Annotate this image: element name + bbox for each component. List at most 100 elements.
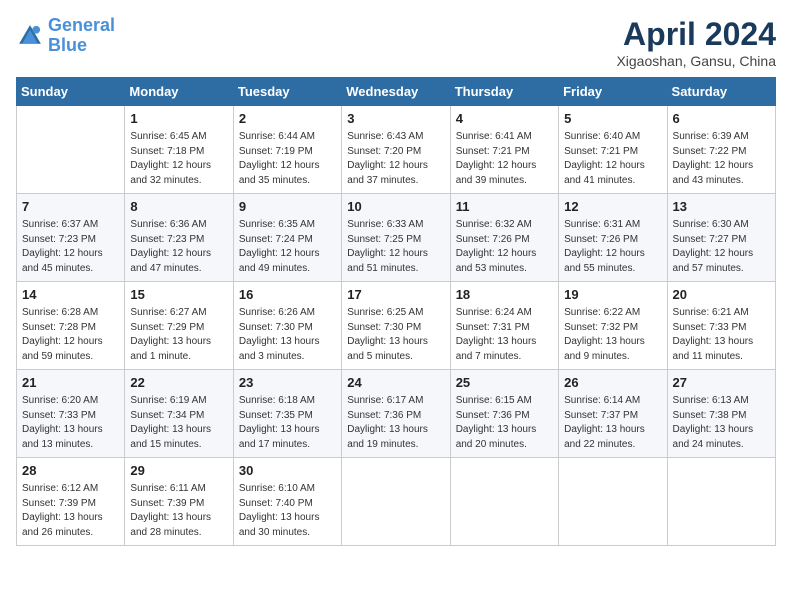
day-number: 14 [22, 286, 119, 304]
header-sunday: Sunday [17, 78, 125, 106]
header-monday: Monday [125, 78, 233, 106]
day-number: 21 [22, 374, 119, 392]
calendar-week-row: 21 Sunrise: 6:20 AMSunset: 7:33 PMDayligh… [17, 370, 776, 458]
day-number: 5 [564, 110, 661, 128]
logo-text: General Blue [48, 16, 115, 56]
day-number: 6 [673, 110, 770, 128]
calendar-cell: 16Sunrise: 6:26 AMSunset: 7:30 PMDayligh… [233, 282, 341, 370]
day-info: Sunrise: 6:36 AMSunset: 7:23 PMDaylight:… [130, 218, 227, 276]
calendar-cell: 27 Sunrise: 6:13 AMSunset: 7:38 PMDayligh… [667, 370, 775, 458]
calendar-cell: 14 Sunrise: 6:28 AMSunset: 7:28 PMDayligh… [17, 282, 125, 370]
calendar-cell: 18 Sunrise: 6:24 AMSunset: 7:31 PMDayligh… [450, 282, 558, 370]
page-header: General Blue April 2024 Xigaoshan, Gansu… [16, 16, 776, 69]
calendar-cell: 17 Sunrise: 6:25 AMSunset: 7:30 PMDayligh… [342, 282, 450, 370]
logo: General Blue [16, 16, 115, 56]
calendar-cell [559, 458, 667, 546]
day-info: Sunrise: 6:37 AMSunset: 7:23 PMDaylight:… [22, 218, 119, 276]
calendar-cell [17, 106, 125, 194]
day-number: 17 [347, 286, 444, 304]
calendar-cell: 24Sunrise: 6:17 AMSunset: 7:36 PMDayligh… [342, 370, 450, 458]
day-info: Sunrise: 6:41 AMSunset: 7:21 PMDaylight:… [456, 130, 553, 188]
day-number: 23 [239, 374, 336, 392]
calendar-cell: 29 Sunrise: 6:11 AMSunset: 7:39 PMDayligh… [125, 458, 233, 546]
day-info: Sunrise: 6:24 AMSunset: 7:31 PMDaylight:… [456, 306, 553, 364]
day-info: Sunrise: 6:18 AMSunset: 7:35 PMDaylight:… [239, 394, 336, 452]
day-info: Sunrise: 6:25 AMSunset: 7:30 PMDaylight:… [347, 306, 444, 364]
header-thursday: Thursday [450, 78, 558, 106]
calendar-week-row: 14 Sunrise: 6:28 AMSunset: 7:28 PMDayligh… [17, 282, 776, 370]
title-block: April 2024 Xigaoshan, Gansu, China [616, 16, 776, 69]
calendar-week-row: 28 Sunrise: 6:12 AMSunset: 7:39 PMDayligh… [17, 458, 776, 546]
day-number: 8 [130, 198, 227, 216]
calendar-week-row: 7 Sunrise: 6:37 AMSunset: 7:23 PMDaylight… [17, 194, 776, 282]
calendar-cell: 28 Sunrise: 6:12 AMSunset: 7:39 PMDayligh… [17, 458, 125, 546]
day-number: 26 [564, 374, 661, 392]
calendar-cell: 6 Sunrise: 6:39 AMSunset: 7:22 PMDaylight… [667, 106, 775, 194]
calendar-cell [342, 458, 450, 546]
day-info: Sunrise: 6:32 AMSunset: 7:26 PMDaylight:… [456, 218, 553, 276]
day-number: 20 [673, 286, 770, 304]
day-info: Sunrise: 6:12 AMSunset: 7:39 PMDaylight:… [22, 482, 119, 540]
day-info: Sunrise: 6:27 AMSunset: 7:29 PMDaylight:… [130, 306, 227, 364]
calendar-cell: 25Sunrise: 6:15 AMSunset: 7:36 PMDayligh… [450, 370, 558, 458]
day-number: 27 [673, 374, 770, 392]
day-info: Sunrise: 6:44 AMSunset: 7:19 PMDaylight:… [239, 130, 336, 188]
day-info: Sunrise: 6:26 AMSunset: 7:30 PMDaylight:… [239, 306, 336, 364]
calendar-cell: 3 Sunrise: 6:43 AMSunset: 7:20 PMDaylight… [342, 106, 450, 194]
day-info: Sunrise: 6:43 AMSunset: 7:20 PMDaylight:… [347, 130, 444, 188]
calendar-cell: 13Sunrise: 6:30 AMSunset: 7:27 PMDayligh… [667, 194, 775, 282]
calendar-cell: 22 Sunrise: 6:19 AMSunset: 7:34 PMDayligh… [125, 370, 233, 458]
day-number: 22 [130, 374, 227, 392]
calendar-cell: 10 Sunrise: 6:33 AMSunset: 7:25 PMDayligh… [342, 194, 450, 282]
day-info: Sunrise: 6:20 AMSunset: 7:33 PMDaylight:… [22, 394, 119, 452]
calendar-header: Sunday Monday Tuesday Wednesday Thursday… [17, 78, 776, 106]
calendar-cell: 4Sunrise: 6:41 AMSunset: 7:21 PMDaylight… [450, 106, 558, 194]
day-number: 29 [130, 462, 227, 480]
day-info: Sunrise: 6:28 AMSunset: 7:28 PMDaylight:… [22, 306, 119, 364]
calendar-cell: 9Sunrise: 6:35 AMSunset: 7:24 PMDaylight… [233, 194, 341, 282]
calendar-cell [450, 458, 558, 546]
day-number: 30 [239, 462, 336, 480]
header-friday: Friday [559, 78, 667, 106]
day-number: 7 [22, 198, 119, 216]
calendar-cell: 30Sunrise: 6:10 AMSunset: 7:40 PMDayligh… [233, 458, 341, 546]
day-info: Sunrise: 6:35 AMSunset: 7:24 PMDaylight:… [239, 218, 336, 276]
day-number: 15 [130, 286, 227, 304]
day-info: Sunrise: 6:33 AMSunset: 7:25 PMDaylight:… [347, 218, 444, 276]
day-info: Sunrise: 6:31 AMSunset: 7:26 PMDaylight:… [564, 218, 661, 276]
day-number: 12 [564, 198, 661, 216]
day-info: Sunrise: 6:19 AMSunset: 7:34 PMDaylight:… [130, 394, 227, 452]
calendar-week-row: 1Sunrise: 6:45 AMSunset: 7:18 PMDaylight… [17, 106, 776, 194]
day-info: Sunrise: 6:21 AMSunset: 7:33 PMDaylight:… [673, 306, 770, 364]
calendar-cell: 23 Sunrise: 6:18 AMSunset: 7:35 PMDayligh… [233, 370, 341, 458]
day-number: 28 [22, 462, 119, 480]
day-info: Sunrise: 6:14 AMSunset: 7:37 PMDaylight:… [564, 394, 661, 452]
header-saturday: Saturday [667, 78, 775, 106]
day-info: Sunrise: 6:17 AMSunset: 7:36 PMDaylight:… [347, 394, 444, 452]
location: Xigaoshan, Gansu, China [616, 53, 776, 69]
day-number: 2 [239, 110, 336, 128]
day-number: 11 [456, 198, 553, 216]
day-number: 18 [456, 286, 553, 304]
calendar-cell: 21 Sunrise: 6:20 AMSunset: 7:33 PMDayligh… [17, 370, 125, 458]
day-info: Sunrise: 6:39 AMSunset: 7:22 PMDaylight:… [673, 130, 770, 188]
calendar-cell: 11 Sunrise: 6:32 AMSunset: 7:26 PMDayligh… [450, 194, 558, 282]
header-row: Sunday Monday Tuesday Wednesday Thursday… [17, 78, 776, 106]
calendar-cell: 19Sunrise: 6:22 AMSunset: 7:32 PMDayligh… [559, 282, 667, 370]
day-info: Sunrise: 6:11 AMSunset: 7:39 PMDaylight:… [130, 482, 227, 540]
day-info: Sunrise: 6:13 AMSunset: 7:38 PMDaylight:… [673, 394, 770, 452]
day-number: 10 [347, 198, 444, 216]
calendar-cell: 26 Sunrise: 6:14 AMSunset: 7:37 PMDayligh… [559, 370, 667, 458]
logo-icon [16, 22, 44, 50]
header-wednesday: Wednesday [342, 78, 450, 106]
day-number: 19 [564, 286, 661, 304]
calendar-body: 1Sunrise: 6:45 AMSunset: 7:18 PMDaylight… [17, 106, 776, 546]
day-number: 25 [456, 374, 553, 392]
calendar-cell: 8 Sunrise: 6:36 AMSunset: 7:23 PMDaylight… [125, 194, 233, 282]
calendar-table: Sunday Monday Tuesday Wednesday Thursday… [16, 77, 776, 546]
day-number: 13 [673, 198, 770, 216]
calendar-cell: 1Sunrise: 6:45 AMSunset: 7:18 PMDaylight… [125, 106, 233, 194]
day-number: 1 [130, 110, 227, 128]
calendar-cell: 15 Sunrise: 6:27 AMSunset: 7:29 PMDayligh… [125, 282, 233, 370]
day-number: 3 [347, 110, 444, 128]
